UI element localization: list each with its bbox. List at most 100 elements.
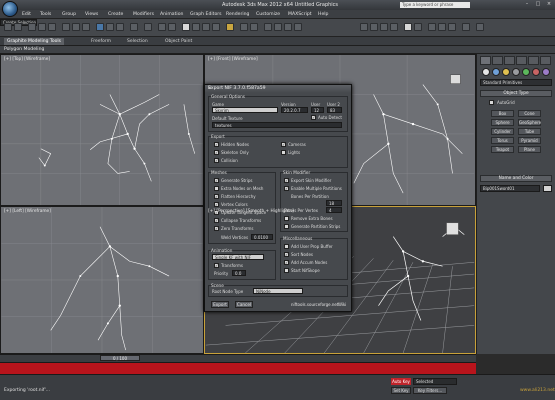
edit-named-selection-icon[interactable]	[226, 23, 234, 31]
rendered-frame-window-icon[interactable]	[380, 23, 388, 31]
material-editor-icon[interactable]	[360, 23, 368, 31]
viewport-top[interactable]: [+] [Top] [Wireframe]	[0, 54, 204, 206]
plane-button[interactable]: Plane	[518, 146, 541, 153]
root-node-dropdown[interactable]: NiNode	[253, 288, 303, 294]
link-icon[interactable]	[28, 23, 36, 31]
undo-icon[interactable]	[4, 23, 12, 31]
keyboard-shortcut-icon[interactable]	[168, 23, 176, 31]
menu-help[interactable]: Help	[318, 12, 328, 17]
lights-checkbox[interactable]	[281, 150, 286, 155]
collision-checkbox[interactable]: ✓	[214, 158, 219, 163]
zero-transforms-checkbox[interactable]: ✓	[214, 226, 219, 231]
cancel-button[interactable]: Cancel	[235, 301, 253, 308]
dialog-title-bar[interactable]: Export NIF 3.7.0.f587a59 ×	[205, 85, 351, 93]
motion-tab-icon[interactable]	[516, 56, 527, 65]
menu-animation[interactable]: Animation	[160, 12, 183, 17]
spinner-snap-icon[interactable]	[212, 23, 220, 31]
primitive-type-dropdown[interactable]: Standard Primitives	[480, 79, 552, 86]
key-filters-button[interactable]: Key Filters...	[413, 387, 447, 394]
curve-editor-icon[interactable]	[284, 23, 292, 31]
select-by-name-icon[interactable]	[72, 23, 80, 31]
scripting-icon[interactable]	[476, 23, 484, 31]
quick-render-icon[interactable]	[404, 23, 412, 31]
set-key-button[interactable]: Set Key	[391, 387, 411, 394]
user-field[interactable]: 12	[311, 107, 324, 113]
layer-manager-icon[interactable]	[264, 23, 272, 31]
utilities-tab-icon[interactable]	[540, 56, 551, 65]
hierarchy-tab-icon[interactable]	[504, 56, 515, 65]
bone-tools-icon[interactable]	[448, 23, 456, 31]
vertex-colors-checkbox[interactable]: ✓	[214, 202, 219, 207]
menu-rendering[interactable]: Rendering	[226, 12, 249, 17]
viewport-left-label[interactable]: [+] [Left] [Wireframe]	[4, 209, 51, 214]
transforms-checkbox[interactable]: ✓	[214, 263, 219, 268]
tab-freeform[interactable]: Freeform	[88, 38, 114, 45]
box-button[interactable]: Box	[491, 110, 514, 117]
name-and-color-rollout[interactable]: Name and Color	[480, 175, 552, 182]
helpers-icon[interactable]	[522, 68, 530, 76]
add-accum-nodes-checkbox[interactable]: ✓	[284, 260, 289, 265]
render-setup-icon[interactable]	[370, 23, 378, 31]
geosphere-button[interactable]: GeoSphere	[518, 119, 541, 126]
bones-per-vertex-field[interactable]: 4	[326, 207, 342, 213]
default-texture-field[interactable]: textures	[212, 122, 342, 128]
user2-field[interactable]: 83	[327, 107, 342, 113]
skeleton-only-checkbox[interactable]: ✓	[214, 150, 219, 155]
sort-nodes-checkbox[interactable]: ✓	[284, 252, 289, 257]
menu-tools[interactable]: Tools	[40, 12, 51, 17]
select-scale-icon[interactable]	[116, 23, 124, 31]
select-manipulate-icon[interactable]	[158, 23, 166, 31]
menu-group[interactable]: Group	[62, 12, 76, 17]
bind-space-warp-icon[interactable]	[48, 23, 56, 31]
object-name-field[interactable]: Bip001Sword01	[480, 185, 540, 192]
key-mode-dropdown[interactable]: Selected	[413, 378, 457, 385]
viewport-front-label[interactable]: [+] [Front] [Wireframe]	[208, 57, 258, 62]
track-bar[interactable]	[0, 362, 476, 374]
geometry-icon[interactable]	[482, 68, 490, 76]
space-warps-icon[interactable]	[532, 68, 540, 76]
graphite-toggle-icon[interactable]	[274, 23, 282, 31]
teapot-button[interactable]: Teapot	[491, 146, 514, 153]
ribbon-panel-label[interactable]: Polygon Modeling	[4, 47, 44, 52]
reference-coordinate-icon[interactable]	[130, 23, 138, 31]
environment-icon[interactable]	[414, 23, 422, 31]
version-field[interactable]: 20.2.0.7	[281, 107, 308, 113]
add-user-prop-checkbox[interactable]	[284, 244, 289, 249]
align-icon[interactable]	[250, 23, 258, 31]
collapse-transforms-checkbox[interactable]: ✓	[214, 218, 219, 223]
wiki-link[interactable]: Wiki	[338, 302, 346, 307]
viewport-top-label[interactable]: [+] [Top] [Wireframe]	[4, 57, 50, 62]
game-dropdown[interactable]: Skyrim	[212, 107, 278, 113]
close-icon[interactable]: ×	[544, 1, 554, 8]
cameras-icon[interactable]	[512, 68, 520, 76]
snaps-toggle-icon[interactable]	[182, 23, 190, 31]
autogrid-checkbox[interactable]	[489, 100, 494, 105]
hidden-nodes-checkbox[interactable]: ✓	[214, 142, 219, 147]
cylinder-button[interactable]: Cylinder	[491, 128, 514, 135]
lights-icon[interactable]	[502, 68, 510, 76]
menu-maxscript[interactable]: MAXScript	[288, 12, 312, 17]
create-tab-icon[interactable]	[480, 56, 491, 65]
tab-object-paint[interactable]: Object Paint	[162, 38, 195, 45]
viewport-perspective-label[interactable]: [+] [Perspective] [Smooth + Highlights]	[208, 209, 294, 214]
animation-mode-dropdown[interactable]: Single KF with NIF	[212, 254, 264, 260]
enable-partitions-checkbox[interactable]: ✓	[284, 186, 289, 191]
generate-strips-checkbox[interactable]: ✓	[214, 178, 219, 183]
cameras-checkbox[interactable]: ✓	[281, 142, 286, 147]
bones-per-partition-field[interactable]: 18	[326, 200, 342, 206]
priority-field[interactable]: 0.0	[232, 270, 246, 276]
selection-region-icon[interactable]	[82, 23, 90, 31]
time-slider-track[interactable]	[0, 354, 476, 362]
percent-snap-icon[interactable]	[202, 23, 210, 31]
shapes-icon[interactable]	[492, 68, 500, 76]
select-object-icon[interactable]	[62, 23, 70, 31]
schematic-view-icon[interactable]	[294, 23, 302, 31]
export-button[interactable]: Export	[211, 301, 229, 308]
tab-selection[interactable]: Selection	[124, 38, 151, 45]
auto-key-button[interactable]: Auto Key	[391, 378, 411, 385]
select-move-icon[interactable]	[96, 23, 104, 31]
menu-create[interactable]: Create	[108, 12, 123, 17]
object-color-swatch[interactable]	[543, 185, 552, 192]
ik-tools-icon[interactable]	[428, 23, 436, 31]
menu-edit[interactable]: Edit	[22, 12, 31, 17]
